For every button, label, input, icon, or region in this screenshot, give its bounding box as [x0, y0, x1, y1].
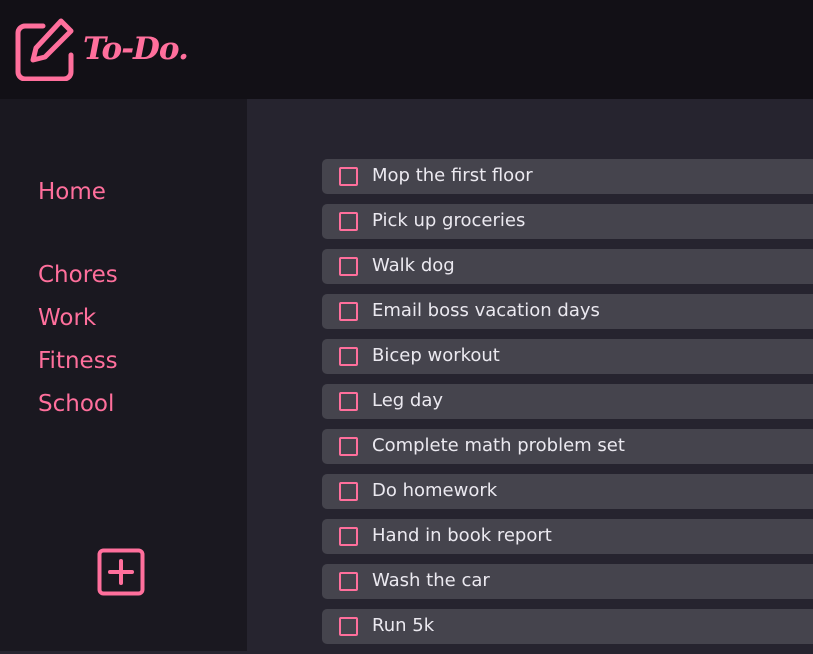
add-project-button[interactable]: [97, 548, 145, 596]
task-item[interactable]: Wash the car: [322, 564, 813, 599]
task-checkbox[interactable]: [339, 572, 358, 591]
sidebar-item-home[interactable]: Home: [38, 181, 106, 204]
task-label: Mop the first floor: [372, 165, 533, 186]
task-checkbox[interactable]: [339, 617, 358, 636]
task-checkbox[interactable]: [339, 302, 358, 321]
task-label: Hand in book report: [372, 525, 552, 546]
task-item[interactable]: Complete math problem set: [322, 429, 813, 464]
task-checkbox[interactable]: [339, 527, 358, 546]
task-label: Walk dog: [372, 255, 455, 276]
task-label: Pick up groceries: [372, 210, 526, 231]
sidebar-item-fitness[interactable]: Fitness: [38, 350, 118, 373]
task-label: Leg day: [372, 390, 444, 411]
sidebar-item-chores[interactable]: Chores: [38, 264, 118, 287]
task-item[interactable]: Bicep workout: [322, 339, 813, 374]
task-checkbox[interactable]: [339, 482, 358, 501]
task-label: Bicep workout: [372, 345, 500, 366]
task-item[interactable]: Email boss vacation days: [322, 294, 813, 329]
task-item[interactable]: Mop the first floor: [322, 159, 813, 194]
task-item[interactable]: Do homework: [322, 474, 813, 509]
app-header: To-Do.: [0, 0, 813, 99]
task-label: Do homework: [372, 480, 498, 501]
task-item[interactable]: Pick up groceries: [322, 204, 813, 239]
task-list: Mop the first floor Pick up groceries Wa…: [322, 159, 813, 654]
sidebar-item-school[interactable]: School: [38, 393, 114, 416]
edit-square-icon: [15, 18, 74, 81]
task-item[interactable]: Walk dog: [322, 249, 813, 284]
task-label: Run 5k: [372, 615, 435, 636]
task-checkbox[interactable]: [339, 347, 358, 366]
task-item[interactable]: Leg day: [322, 384, 813, 419]
task-checkbox[interactable]: [339, 257, 358, 276]
sidebar-item-work[interactable]: Work: [38, 307, 96, 330]
task-checkbox[interactable]: [339, 437, 358, 456]
task-label: Complete math problem set: [372, 435, 625, 456]
task-label: Wash the car: [372, 570, 490, 591]
task-item[interactable]: Run 5k: [322, 609, 813, 644]
task-checkbox[interactable]: [339, 167, 358, 186]
task-checkbox[interactable]: [339, 212, 358, 231]
task-checkbox[interactable]: [339, 392, 358, 411]
task-label: Email boss vacation days: [372, 300, 600, 321]
task-item[interactable]: Hand in book report: [322, 519, 813, 554]
app-title: To-Do.: [83, 31, 189, 67]
